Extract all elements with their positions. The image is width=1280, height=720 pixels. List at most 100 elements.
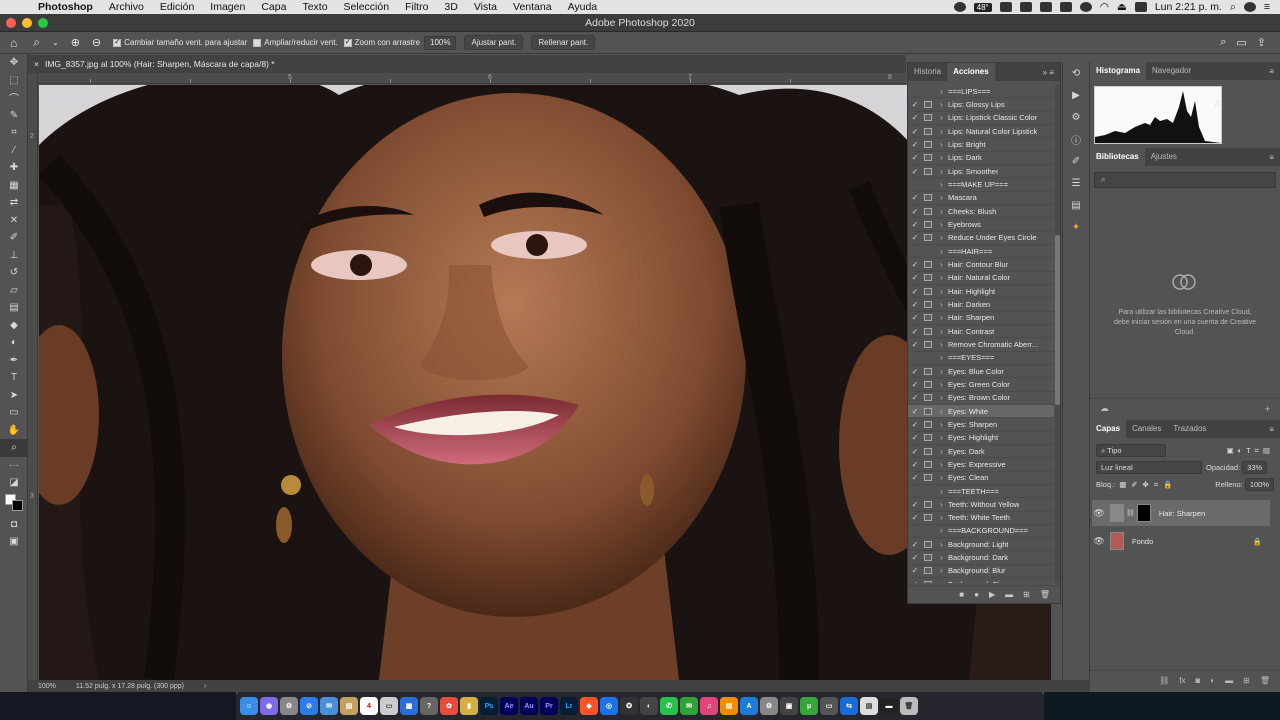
new-set-icon[interactable]: ▬: [1005, 590, 1013, 599]
dialog-toggle-icon[interactable]: [924, 580, 932, 583]
action-row[interactable]: ✓ › Hair: Contrast: [908, 325, 1054, 339]
toggle-check-icon[interactable]: ✓: [908, 473, 922, 482]
new-layer-icon[interactable]: ⊞: [1243, 676, 1250, 685]
menu-ventana[interactable]: Ventana: [505, 1, 560, 13]
action-row[interactable]: › ===HAIR===: [908, 245, 1054, 259]
dialog-toggle-icon[interactable]: [924, 287, 932, 295]
zoom-tool-icon[interactable]: ⌕: [0, 439, 28, 457]
eject-icon[interactable]: ⏏: [1117, 1, 1127, 13]
dialog-toggle-icon[interactable]: [924, 420, 932, 428]
brushes-icon[interactable]: ✐: [1063, 150, 1089, 172]
new-group-icon[interactable]: ▬: [1225, 676, 1233, 685]
trash-icon[interactable]: 🗑: [900, 697, 918, 715]
tab-histograma[interactable]: Histograma: [1090, 62, 1147, 80]
toggle-check-icon[interactable]: ✓: [908, 540, 922, 549]
expand-arrow-icon[interactable]: ›: [940, 380, 948, 389]
siri-icon[interactable]: ◉: [260, 697, 278, 715]
expand-arrow-icon[interactable]: ›: [940, 473, 948, 482]
toggle-check-icon[interactable]: ✓: [908, 380, 922, 389]
app-grid-icon[interactable]: ▦: [400, 697, 418, 715]
toggle-check-icon[interactable]: ✓: [908, 433, 922, 442]
action-row[interactable]: ✓ › Teeth: Without Yellow: [908, 498, 1054, 512]
dialog-toggle-icon[interactable]: [924, 234, 932, 242]
expand-arrow-icon[interactable]: ›: [940, 353, 948, 362]
path-select-tool-icon[interactable]: ➤: [0, 387, 28, 405]
zoom-in-icon[interactable]: ⊕: [65, 36, 86, 50]
expand-arrow-icon[interactable]: ›: [940, 407, 948, 416]
new-action-icon[interactable]: ⊞: [1023, 590, 1030, 599]
eyedropper-tool-icon[interactable]: ⁄: [0, 142, 28, 160]
toggle-check-icon[interactable]: ✓: [908, 500, 922, 509]
opacity-field[interactable]: 33%: [1242, 461, 1268, 474]
expand-arrow-icon[interactable]: ›: [940, 526, 948, 535]
safari-icon[interactable]: ⊘: [300, 697, 318, 715]
menu-photoshop[interactable]: Photoshop: [30, 1, 101, 13]
expand-arrow-icon[interactable]: ›: [940, 420, 948, 429]
expand-arrow-icon[interactable]: ›: [940, 167, 948, 176]
tray-app-icon[interactable]: [1059, 2, 1072, 12]
dialog-toggle-icon[interactable]: [924, 114, 932, 122]
expand-arrow-icon[interactable]: ›: [940, 500, 948, 509]
tab-capas[interactable]: Capas: [1090, 420, 1127, 438]
tab-canales[interactable]: Canales: [1126, 420, 1167, 438]
dialog-toggle-icon[interactable]: [924, 327, 932, 335]
panel-collapse-icon[interactable]: » ≡: [1043, 68, 1060, 77]
toggle-check-icon[interactable]: ✓: [908, 447, 922, 456]
toggle-check-icon[interactable]: ✓: [908, 287, 922, 296]
action-row[interactable]: ✓ › Eyes: Clean: [908, 472, 1054, 485]
toggle-check-icon[interactable]: ✓: [908, 153, 922, 162]
action-row[interactable]: › ===BACKGROUND===: [908, 525, 1054, 539]
history-brush-tool-icon[interactable]: ↺: [0, 264, 28, 282]
action-row[interactable]: ✓ › Hair: Natural Color: [908, 272, 1054, 285]
status-zoom[interactable]: 100%: [28, 683, 66, 690]
action-row[interactable]: ✓ › Background: Light: [908, 538, 1054, 552]
action-row[interactable]: ✓ › Teeth: White Teeth: [908, 512, 1054, 525]
expand-arrow-icon[interactable]: ›: [940, 287, 948, 296]
action-row[interactable]: ✓ › Lips: Smoother: [908, 165, 1054, 179]
actions-scrollbar[interactable]: [1055, 85, 1060, 583]
action-row[interactable]: ✓ › Background: Dark: [908, 551, 1054, 565]
history-icon[interactable]: ⟲: [1063, 62, 1089, 84]
dialog-toggle-icon[interactable]: [924, 567, 932, 575]
expand-arrow-icon[interactable]: ›: [940, 367, 948, 376]
toggle-check-icon[interactable]: ✓: [908, 340, 922, 349]
action-row[interactable]: ✓ › Eyes: Highlight: [908, 432, 1054, 445]
expand-arrow-icon[interactable]: ›: [940, 327, 948, 336]
action-row[interactable]: ✓ › Eyes: Brown Color: [908, 392, 1054, 405]
share-icon[interactable]: ⇪: [1257, 36, 1266, 49]
after-effects-icon[interactable]: Ae: [500, 697, 518, 715]
marquee-tool-icon[interactable]: ⬚: [0, 72, 28, 90]
expand-arrow-icon[interactable]: ›: [940, 140, 948, 149]
dialog-toggle-icon[interactable]: [924, 367, 932, 375]
expand-arrow-icon[interactable]: ›: [940, 113, 948, 122]
books-icon[interactable]: ▤: [720, 697, 738, 715]
dialog-toggle-icon[interactable]: [924, 447, 932, 455]
menu-imagen[interactable]: Imagen: [202, 1, 253, 13]
lasso-tool-icon[interactable]: ⌒: [0, 89, 28, 107]
expand-arrow-icon[interactable]: ›: [940, 100, 948, 109]
preview-icon[interactable]: ▭: [380, 697, 398, 715]
menu-edicion[interactable]: Edición: [152, 1, 202, 13]
action-row[interactable]: › ===MAKE UP===: [908, 178, 1054, 192]
dialog-toggle-icon[interactable]: [924, 100, 932, 108]
expand-arrow-icon[interactable]: ›: [940, 553, 948, 562]
dialog-toggle-icon[interactable]: [924, 540, 932, 548]
lock-icons[interactable]: ▦✐✥⌗🔒: [1119, 480, 1177, 490]
toggle-check-icon[interactable]: ✓: [908, 407, 922, 416]
close-document-icon[interactable]: ×: [28, 59, 45, 69]
toggle-check-icon[interactable]: ✓: [908, 566, 922, 575]
toggle-check-icon[interactable]: ✓: [908, 513, 922, 522]
healing-brush-tool-icon[interactable]: ✚: [0, 159, 28, 177]
utorrent-icon[interactable]: µ: [800, 697, 818, 715]
tray-app-icon[interactable]: [1019, 2, 1032, 12]
premiere-icon[interactable]: Pr: [540, 697, 558, 715]
mail-icon[interactable]: ✉: [320, 697, 338, 715]
wifi-icon[interactable]: ◠: [1100, 1, 1109, 13]
dialog-toggle-icon[interactable]: [924, 300, 932, 308]
messages-icon[interactable]: ✉: [680, 697, 698, 715]
warning-icon[interactable]: ⚠: [1214, 98, 1222, 109]
link-icon[interactable]: ⛓: [1126, 509, 1135, 517]
action-row[interactable]: ✓ › Eyebrows: [908, 218, 1054, 232]
minimize-window-button[interactable]: [22, 18, 32, 28]
whatsapp-icon[interactable]: ✆: [660, 697, 678, 715]
